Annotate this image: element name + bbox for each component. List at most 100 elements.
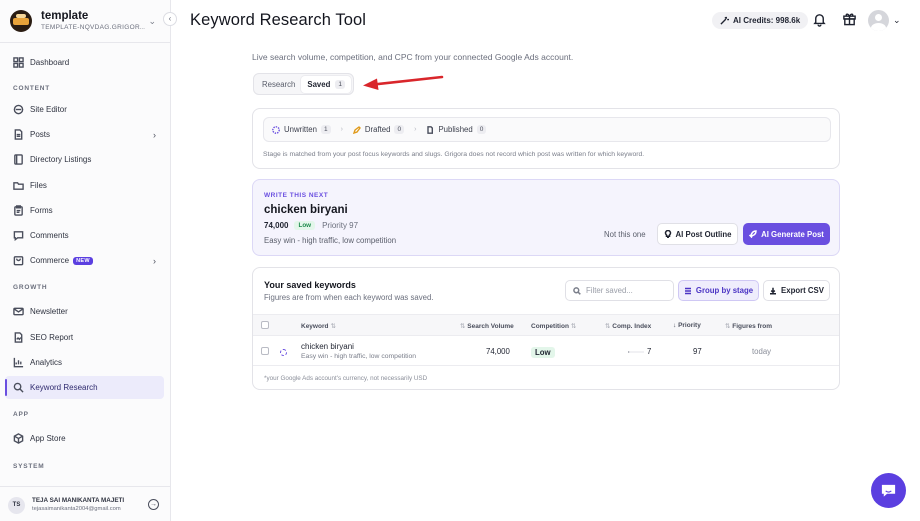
stage-count: 0 [394,125,405,134]
sidebar-item-app-store[interactable]: App Store [5,427,164,450]
section-label-app: APP [13,411,29,418]
column-header-competition[interactable]: Competition ⇅ [531,322,576,330]
column-label: Search Volume [467,323,514,330]
sidebar-item-files[interactable]: Files [5,174,164,197]
sidebar-item-comments[interactable]: Comments [5,224,164,247]
competition-badge: Low [531,347,555,358]
chevron-right-icon: › [340,126,343,133]
search-icon [573,286,581,295]
chevron-right-icon: › [153,129,156,140]
sort-icon: ⇅ [330,323,336,330]
column-header-priority[interactable]: ↓ Priority [671,322,701,329]
ai-post-outline-button[interactable]: AI Post Outline [657,223,738,245]
column-label: Keyword [301,323,329,330]
sidebar-item-dashboard[interactable]: Dashboard [5,51,164,74]
logout-icon[interactable]: → [148,499,159,510]
chat-widget-button[interactable] [871,473,906,508]
mail-icon [13,306,24,317]
list-icon [684,287,691,294]
stage-label: Published [438,125,473,134]
row-search-volume: 74,000 [486,347,510,356]
sidebar-item-label: Posts [30,130,51,139]
stage-drafted[interactable]: Drafted 0 [352,125,405,134]
page-subtitle: Live search volume, competition, and CPC… [252,52,574,62]
seo-report-icon [13,332,24,343]
stage-bar: Unwritten 1 › Drafted 0 › Published 0 [263,117,831,142]
sidebar-item-commerce[interactable]: Commerce NEW › [5,249,164,272]
dashboard-icon [13,57,24,68]
workspace-switcher[interactable]: template TEMPLATE-NQVDAG.GRIGOR... ⌄ [10,6,162,36]
pencil-icon [352,125,361,134]
next-keyword-description: Easy win - high traffic, low competition [264,236,397,245]
chevron-down-icon: ⌄ [148,16,156,26]
page-title: Keyword Research Tool [190,11,367,29]
user-name: TEJA SAI MANIKANTA MAJETI [32,497,125,504]
dashed-circle-icon [272,125,280,134]
next-keyword-meta: 74,000 Low Priority 97 [264,221,358,230]
ai-credits-badge[interactable]: AI Credits: 998.6k [712,12,809,29]
sidebar-item-posts[interactable]: Posts › [5,123,164,146]
profile-avatar[interactable] [868,10,889,31]
select-all-checkbox[interactable] [261,321,269,329]
column-header-figures-from[interactable]: ⇅ Figures from [723,322,772,330]
stage-published[interactable]: Published 0 [426,125,487,134]
row-figures-from: today [752,347,772,356]
group-by-stage-button[interactable]: Group by stage [678,280,759,301]
sidebar-item-label: Keyword Research [30,383,98,392]
sidebar-item-keyword-research[interactable]: Keyword Research [5,376,164,399]
chevron-down-icon[interactable]: ⌄ [893,15,901,26]
stage-note: Stage is matched from your post focus ke… [263,151,645,158]
sidebar-item-seo-report[interactable]: SEO Report [5,326,164,349]
sidebar-item-label: Directory Listings [30,155,92,164]
section-label-content: CONTENT [13,85,51,92]
export-csv-button[interactable]: Export CSV [763,280,830,301]
button-label: AI Generate Post [761,229,824,239]
sidebar-item-analytics[interactable]: Analytics [5,351,164,374]
stage-count: 1 [320,125,331,134]
user-profile[interactable]: TS TEJA SAI MANIKANTA MAJETI tejasaimani… [0,486,171,521]
sort-icon: ⇅ [460,323,466,330]
currency-footnote: *your Google Ads account's currency, not… [264,375,428,382]
divider [0,42,171,43]
filter-saved-field[interactable] [565,280,674,301]
workspace-name: template [41,10,89,22]
sidebar-item-site-editor[interactable]: Site Editor [5,98,164,121]
sidebar-item-label: Files [30,181,47,190]
column-header-search-volume[interactable]: ⇅ Search Volume [458,322,514,330]
annotation-arrow [363,75,444,90]
sidebar-item-directory-listings[interactable]: Directory Listings [5,148,164,171]
not-this-one-button[interactable]: Not this one [604,230,646,239]
column-header-keyword[interactable]: Keyword ⇅ [301,322,336,330]
view-tabs: Research Saved 1 [253,73,354,95]
tab-label: Saved [307,79,331,89]
sort-desc-icon: ↓ [673,322,677,329]
stage-unwritten[interactable]: Unwritten 1 [272,125,331,134]
write-next-card: WRITE THIS NEXT chicken biryani 74,000 L… [252,179,840,256]
saved-count-badge: 1 [335,79,345,89]
sidebar-item-forms[interactable]: Forms [5,199,164,222]
new-badge: NEW [73,256,93,265]
collapse-sidebar-button[interactable]: ‹ [163,12,177,26]
ai-generate-post-button[interactable]: AI Generate Post [743,223,830,245]
sidebar-item-newsletter[interactable]: Newsletter [5,300,164,323]
tab-saved[interactable]: Saved 1 [301,75,351,93]
row-description: Easy win - high traffic, low competition [301,353,417,360]
table-row[interactable]: chicken biryani Easy win - high traffic,… [253,337,839,366]
app-root: template TEMPLATE-NQVDAG.GRIGOR... ⌄ Das… [0,0,920,521]
column-label: Figures from [732,323,772,330]
bell-icon[interactable] [812,12,827,27]
column-label: Competition [531,323,569,330]
chevron-right-icon: › [153,255,156,266]
tab-research[interactable]: Research [256,76,301,93]
filter-saved-input[interactable] [586,286,672,295]
sidebar-item-label: Commerce [30,256,70,265]
row-priority: 97 [693,347,702,356]
forms-icon [13,205,24,216]
chevron-right-icon: › [414,126,417,133]
column-header-comp-index[interactable]: ⇅ Comp. Index [603,322,651,330]
stage-summary-card: Unwritten 1 › Drafted 0 › Published 0 St… [252,108,840,169]
app-store-icon [13,433,24,444]
gift-icon[interactable] [842,11,857,26]
row-checkbox[interactable] [261,347,269,355]
stage-count: 0 [476,125,487,134]
